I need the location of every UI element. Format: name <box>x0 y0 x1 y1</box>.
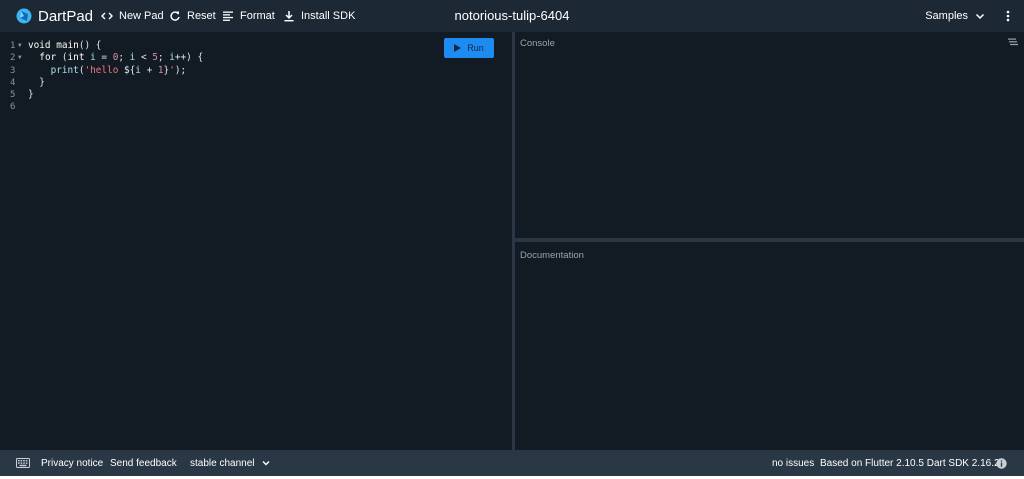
line-number: 1 ▼ <box>10 40 22 52</box>
more-menu-button[interactable] <box>1002 0 1014 32</box>
console-label: Console <box>520 38 555 49</box>
dartpad-app: DartPad New Pad Reset Format Install SDK… <box>0 0 1024 476</box>
keyboard-shortcuts-button[interactable] <box>16 450 30 476</box>
info-button[interactable] <box>996 450 1007 476</box>
download-icon <box>284 11 294 22</box>
channel-dropdown[interactable]: stable channel <box>190 450 271 476</box>
new-pad-label: New Pad <box>119 10 164 22</box>
line-number: 2 ▼ <box>10 52 22 64</box>
line-gutter: 1 ▼ 2 ▼ 3 4 5 6 <box>0 40 24 114</box>
code-line: for (int i = 0; i < 5; i++) { <box>39 52 204 64</box>
documentation-label: Documentation <box>520 250 584 261</box>
samples-dropdown[interactable]: Samples <box>925 0 986 32</box>
new-pad-button[interactable]: New Pad <box>101 0 164 32</box>
fold-arrow-icon[interactable]: ▼ <box>18 40 22 52</box>
reset-button[interactable]: Reset <box>169 0 216 32</box>
app-name: DartPad <box>38 7 94 25</box>
status-footer: Privacy notice Send feedback stable chan… <box>0 450 1024 476</box>
keyboard-icon <box>16 458 30 468</box>
reset-label: Reset <box>187 10 216 22</box>
code-brackets-icon <box>101 12 113 20</box>
issues-status[interactable]: no issues <box>772 450 814 476</box>
play-icon <box>454 44 462 52</box>
line-number: 6 <box>10 102 16 113</box>
clear-all-icon[interactable] <box>1008 38 1018 47</box>
more-vert-icon <box>1006 10 1010 22</box>
code-line: } <box>28 76 45 88</box>
run-button[interactable]: Run <box>444 38 494 58</box>
line-number: 3 <box>10 65 16 76</box>
version-info: Based on Flutter 2.10.5 Dart SDK 2.16.2 <box>820 457 1000 469</box>
send-feedback-link[interactable]: Send feedback <box>110 450 177 476</box>
fold-arrow-icon[interactable]: ▼ <box>18 52 22 64</box>
refresh-icon <box>170 11 180 21</box>
dart-logo-icon <box>16 8 32 24</box>
documentation-panel: Documentation <box>515 242 1024 450</box>
code-line: void main() { <box>28 40 102 51</box>
line-number: 4 <box>10 77 16 88</box>
privacy-notice-link[interactable]: Privacy notice <box>41 450 103 476</box>
run-label: Run <box>467 43 484 53</box>
install-sdk-label: Install SDK <box>301 10 356 22</box>
format-label: Format <box>240 10 275 22</box>
format-button[interactable]: Format <box>222 0 275 32</box>
code-line: } <box>28 89 34 101</box>
samples-label: Samples <box>925 10 968 22</box>
chevron-down-icon <box>262 461 269 466</box>
code-line: print('hello ${i + 1}'); <box>50 64 187 76</box>
dartpad-logo[interactable]: DartPad <box>16 0 93 32</box>
info-icon <box>996 457 1007 469</box>
app-header: DartPad New Pad Reset Format Install SDK… <box>0 0 1024 32</box>
chevron-down-icon <box>975 13 985 20</box>
code-editor[interactable]: 1 ▼ 2 ▼ 3 4 5 6 void main() { for (int i =… <box>0 32 512 450</box>
code-text[interactable]: void main() { for (int i = 0; i < 5; i++… <box>28 40 203 114</box>
line-number: 5 <box>10 90 16 101</box>
channel-label: stable channel <box>190 457 255 469</box>
console-panel: Console <box>515 32 1024 238</box>
format-lines-icon <box>223 11 233 21</box>
install-sdk-button[interactable]: Install SDK <box>283 0 355 32</box>
